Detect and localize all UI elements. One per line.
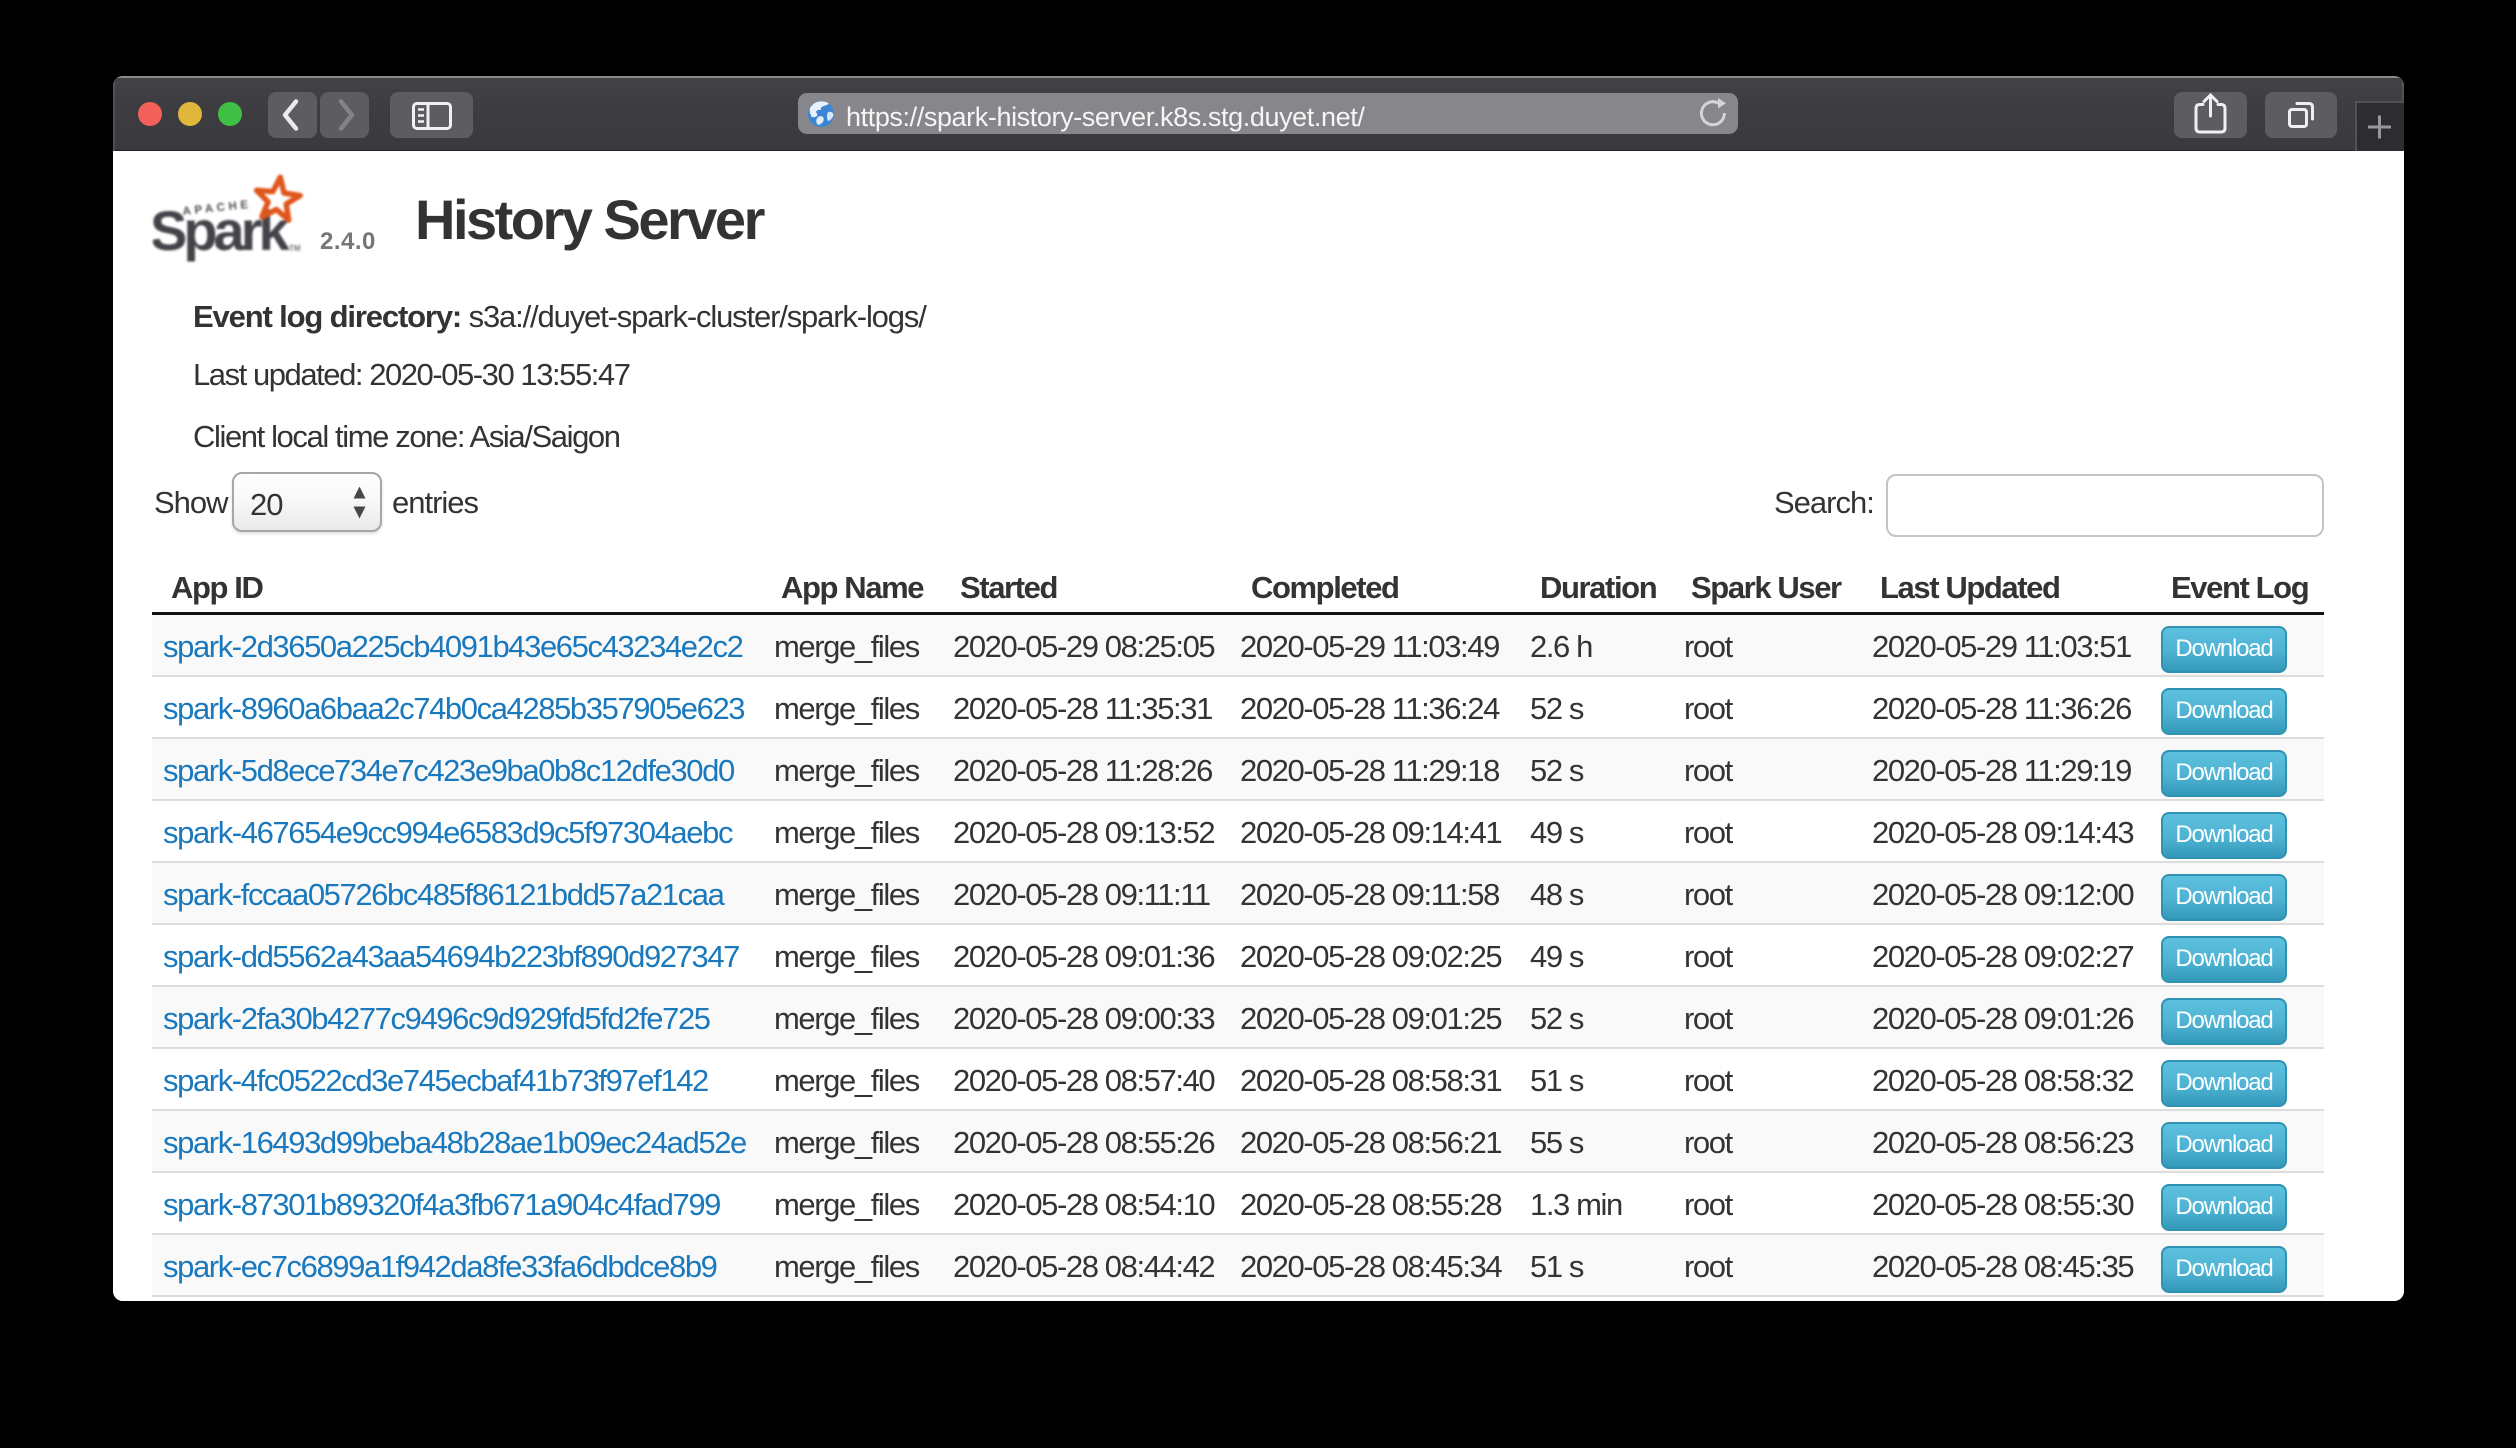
svg-text:Spark: Spark bbox=[153, 199, 290, 262]
svg-text:TM: TM bbox=[289, 244, 301, 253]
